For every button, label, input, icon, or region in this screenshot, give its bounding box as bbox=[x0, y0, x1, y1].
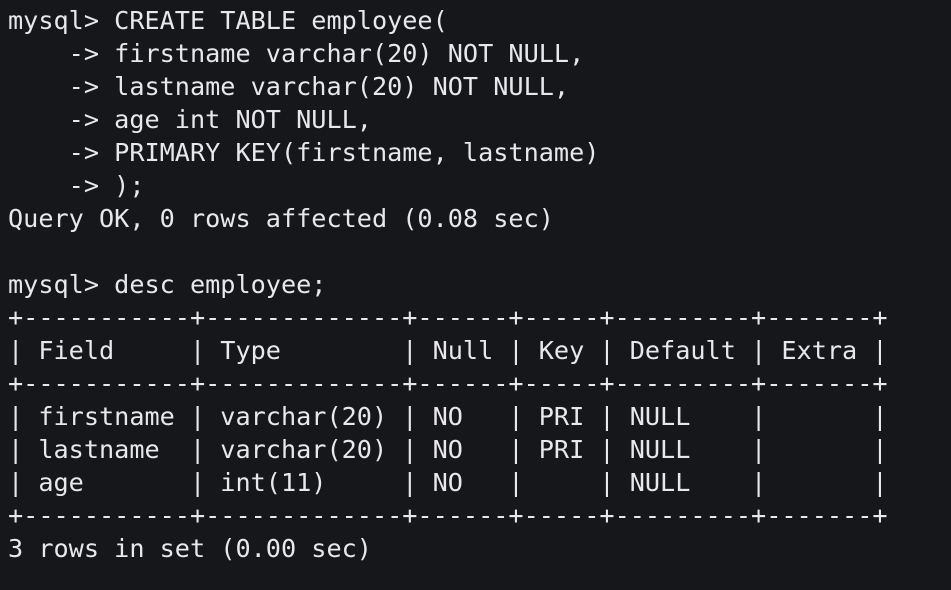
table-border-mid: +-----------+-------------+------+-----+… bbox=[8, 369, 888, 398]
table-header-row: | Field | Type | Null | Key | Default | … bbox=[8, 336, 888, 365]
table-row: | firstname | varchar(20) | NO | PRI | N… bbox=[8, 402, 888, 431]
continuation-lastname: -> lastname varchar(20) NOT NULL, bbox=[8, 72, 570, 101]
table-row: | lastname | varchar(20) | NO | PRI | NU… bbox=[8, 435, 888, 464]
continuation-primary-key: -> PRIMARY KEY(firstname, lastname) bbox=[8, 138, 600, 167]
continuation-firstname: -> firstname varchar(20) NOT NULL, bbox=[8, 39, 585, 68]
prompt-desc: mysql> desc employee; bbox=[8, 270, 327, 299]
query-result-message: Query OK, 0 rows affected (0.08 sec) bbox=[8, 204, 554, 233]
table-border-bottom: +-----------+-------------+------+-----+… bbox=[8, 501, 888, 530]
continuation-age: -> age int NOT NULL, bbox=[8, 105, 372, 134]
prompt-create-table: mysql> CREATE TABLE employee( bbox=[8, 6, 448, 35]
table-row: | age | int(11) | NO | | NULL | | bbox=[8, 468, 888, 497]
continuation-close: -> ); bbox=[8, 171, 145, 200]
terminal-window[interactable]: mysql> CREATE TABLE employee( -> firstna… bbox=[0, 0, 951, 590]
rows-in-set-message: 3 rows in set (0.00 sec) bbox=[8, 534, 372, 563]
table-border-top: +-----------+-------------+------+-----+… bbox=[8, 303, 888, 332]
